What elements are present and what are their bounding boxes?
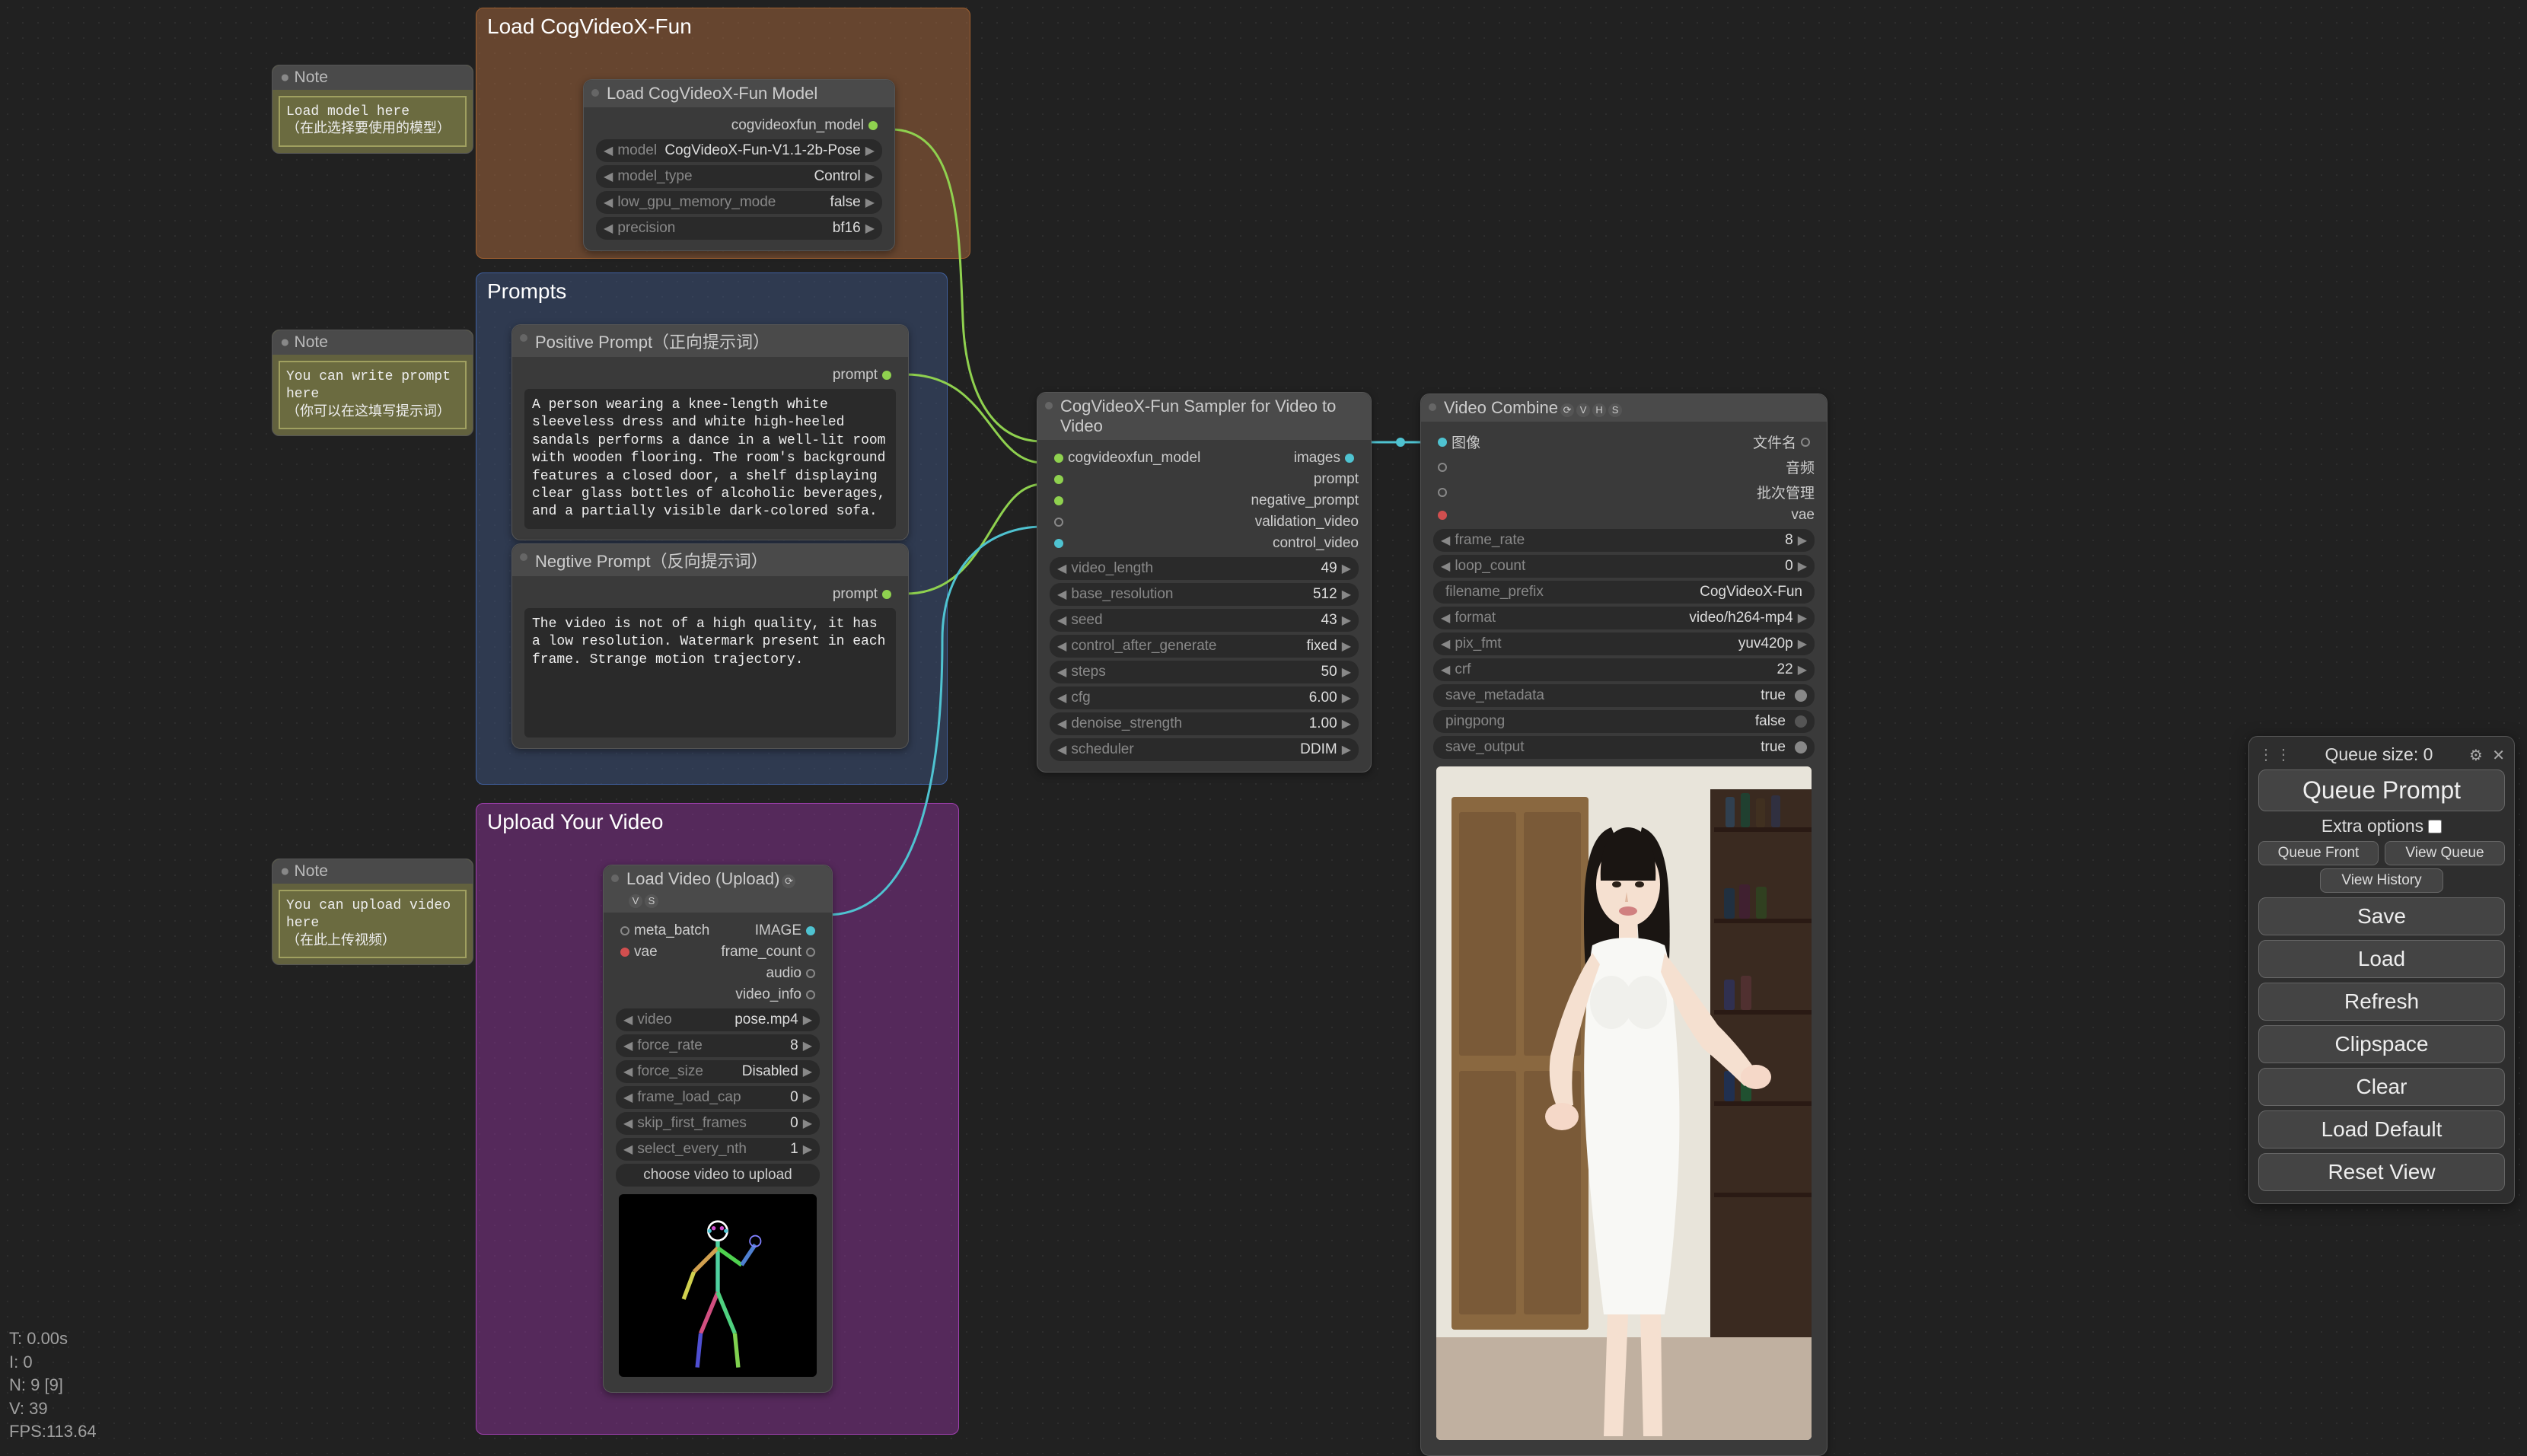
note-prompt: ● Note You can write prompt here （你可以在这填…	[272, 330, 473, 436]
widget-model-type[interactable]: ◀model_typeControl▶	[596, 165, 882, 188]
queue-front-button[interactable]: Queue Front	[2258, 841, 2379, 865]
widget-frame-load-cap[interactable]: ◀frame_load_cap0▶	[616, 1086, 820, 1109]
node-load-video[interactable]: Load Video (Upload)⟳VS meta_batchIMAGE v…	[603, 865, 833, 1393]
widget-model[interactable]: ◀modelCogVideoX-Fun-V1.1-2b-Pose▶	[596, 139, 882, 162]
widget-control-after[interactable]: ◀control_after_generatefixed▶	[1050, 635, 1359, 658]
widget-force-rate[interactable]: ◀force_rate8▶	[616, 1034, 820, 1057]
extra-options-toggle[interactable]: Extra options	[2258, 816, 2505, 836]
node-badge-icon: S	[645, 894, 658, 908]
output-port-frame-count[interactable]	[806, 948, 815, 957]
refresh-button[interactable]: Refresh	[2258, 983, 2505, 1021]
node-load-model[interactable]: Load CogVideoX-Fun Model cogvideoxfun_mo…	[583, 79, 895, 251]
node-badge-icon: S	[1608, 403, 1622, 417]
output-port-images[interactable]	[1345, 454, 1354, 463]
widget-base-resolution[interactable]: ◀base_resolution512▶	[1050, 583, 1359, 606]
input-port-control[interactable]	[1054, 539, 1063, 548]
group-title: Prompts	[487, 279, 936, 304]
node-badge-icon: V	[629, 894, 642, 908]
clipspace-button[interactable]: Clipspace	[2258, 1025, 2505, 1063]
widget-pingpong[interactable]: pingpongfalse	[1433, 710, 1815, 733]
widget-steps[interactable]: ◀steps50▶	[1050, 661, 1359, 683]
node-canvas[interactable]: Load CogVideoX-Fun Prompts Upload Your V…	[0, 0, 2527, 1454]
node-badge-icon: V	[1576, 403, 1590, 417]
close-icon[interactable]: ✕	[2492, 747, 2505, 764]
output-port-filename[interactable]	[1801, 438, 1810, 447]
group-title: Load CogVideoX-Fun	[487, 14, 959, 39]
save-button[interactable]: Save	[2258, 897, 2505, 935]
output-port-image[interactable]	[806, 926, 815, 935]
gear-icon[interactable]: ⚙	[2469, 747, 2483, 764]
node-video-combine[interactable]: Video Combine⟳VHS 图像文件名 音频 批次管理 vae ◀fra…	[1420, 393, 1828, 1456]
widget-low-gpu[interactable]: ◀low_gpu_memory_modefalse▶	[596, 191, 882, 214]
output-port-audio[interactable]	[806, 969, 815, 978]
queue-prompt-button[interactable]: Queue Prompt	[2258, 769, 2505, 811]
widget-loop-count[interactable]: ◀loop_count0▶	[1433, 555, 1815, 578]
widget-select-every[interactable]: ◀select_every_nth1▶	[616, 1138, 820, 1161]
widget-video-length[interactable]: ◀video_length49▶	[1050, 557, 1359, 580]
widget-save-output[interactable]: save_outputtrue	[1433, 736, 1815, 759]
output-port-prompt[interactable]	[882, 590, 891, 599]
widget-seed[interactable]: ◀seed43▶	[1050, 609, 1359, 632]
input-port-meta[interactable]	[620, 926, 629, 935]
widget-crf[interactable]: ◀crf22▶	[1433, 658, 1815, 681]
clear-button[interactable]: Clear	[2258, 1068, 2505, 1106]
note-upload: ● Note You can upload video here （在此上传视频…	[272, 859, 473, 965]
input-port-model[interactable]	[1054, 454, 1063, 463]
input-port-batch[interactable]	[1438, 488, 1447, 497]
widget-pix-fmt[interactable]: ◀pix_fmtyuv420p▶	[1433, 632, 1815, 655]
view-history-button[interactable]: View History	[2320, 868, 2443, 893]
widget-filename-prefix[interactable]: filename_prefixCogVideoX-Fun	[1433, 581, 1815, 604]
widget-cfg[interactable]: ◀cfg6.00▶	[1050, 687, 1359, 709]
input-port-prompt[interactable]	[1054, 475, 1063, 484]
load-button[interactable]: Load	[2258, 940, 2505, 978]
input-port-vae[interactable]	[1438, 511, 1447, 520]
control-panel[interactable]: ⋮⋮ Queue size: 0 ⚙ ✕ Queue Prompt Extra …	[2248, 736, 2515, 1204]
output-port-info[interactable]	[806, 990, 815, 999]
input-port-audio[interactable]	[1438, 463, 1447, 472]
widget-video[interactable]: ◀videopose.mp4▶	[616, 1008, 820, 1031]
reset-view-button[interactable]: Reset View	[2258, 1153, 2505, 1191]
video-preview	[619, 1194, 817, 1377]
note-load-model: ● Note Load model here （在此选择要使用的模型）	[272, 65, 473, 154]
view-queue-button[interactable]: View Queue	[2385, 841, 2505, 865]
widget-frame-rate[interactable]: ◀frame_rate8▶	[1433, 529, 1815, 552]
input-port-validation[interactable]	[1054, 518, 1063, 527]
negative-prompt-text[interactable]: The video is not of a high quality, it h…	[524, 608, 896, 738]
node-negative-prompt[interactable]: Negtive Prompt（反向提示词） prompt The video i…	[511, 543, 909, 749]
output-port-model[interactable]	[868, 121, 878, 130]
extra-options-checkbox[interactable]	[2428, 820, 2442, 833]
drag-handle-icon[interactable]: ⋮⋮	[2258, 745, 2293, 764]
canvas-stats: T: 0.00s I: 0 N: 9 [9] V: 39 FPS:113.64	[9, 1327, 97, 1445]
widget-save-metadata[interactable]: save_metadatatrue	[1433, 684, 1815, 707]
positive-prompt-text[interactable]: A person wearing a knee-length white sle…	[524, 389, 896, 529]
choose-video-button[interactable]: choose video to upload	[616, 1164, 820, 1187]
node-sampler[interactable]: CogVideoX-Fun Sampler for Video to Video…	[1037, 392, 1372, 773]
input-port-vae[interactable]	[620, 948, 629, 957]
node-badge-icon: ⟳	[1560, 403, 1574, 417]
widget-force-size[interactable]: ◀force_sizeDisabled▶	[616, 1060, 820, 1083]
input-port-negative[interactable]	[1054, 496, 1063, 505]
input-port-image[interactable]	[1438, 438, 1447, 447]
group-title: Upload Your Video	[487, 810, 948, 834]
node-badge-icon: ⟳	[782, 875, 795, 888]
widget-precision[interactable]: ◀precisionbf16▶	[596, 217, 882, 240]
widget-skip-first[interactable]: ◀skip_first_frames0▶	[616, 1112, 820, 1135]
node-badge-icon: H	[1592, 403, 1606, 417]
node-positive-prompt[interactable]: Positive Prompt（正向提示词） prompt A person w…	[511, 324, 909, 540]
widget-format[interactable]: ◀formatvideo/h264-mp4▶	[1433, 607, 1815, 629]
output-preview	[1436, 766, 1812, 1440]
load-default-button[interactable]: Load Default	[2258, 1110, 2505, 1149]
output-port-prompt[interactable]	[882, 371, 891, 380]
widget-denoise[interactable]: ◀denoise_strength1.00▶	[1050, 712, 1359, 735]
widget-scheduler[interactable]: ◀schedulerDDIM▶	[1050, 738, 1359, 761]
